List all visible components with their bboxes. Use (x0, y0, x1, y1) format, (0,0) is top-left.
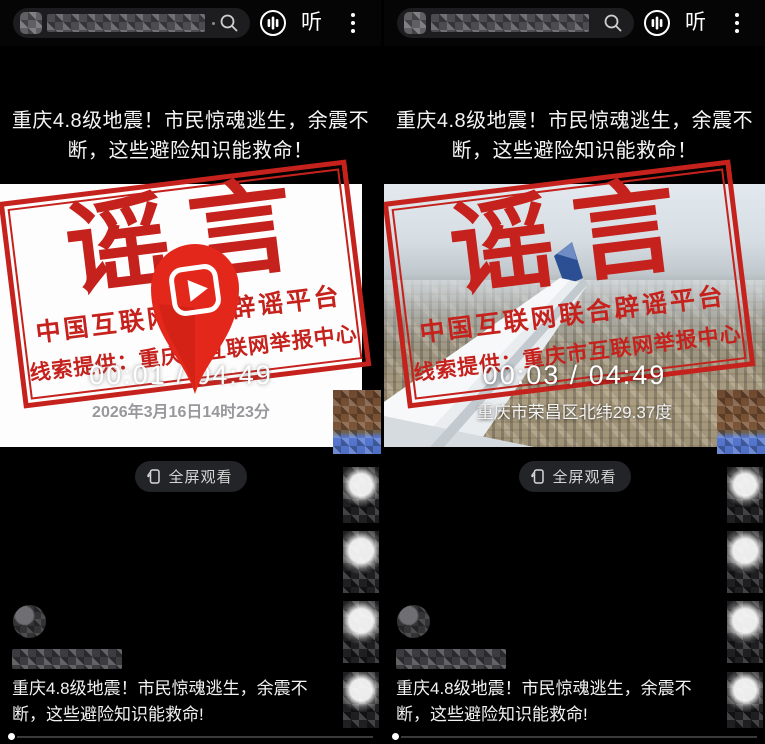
browser-top-bar: 听 (384, 0, 765, 46)
commenter-avatar-blurred[interactable] (13, 605, 46, 638)
like-button-blurred[interactable] (343, 467, 379, 523)
screenshot-left: 听 重庆4.8级地震！市民惊魂逃生，余震不断，这些避险知识能救命！ 谣言 中国互… (0, 0, 381, 744)
playback-time: 00:03 / 04:49 (384, 360, 765, 391)
listen-button[interactable]: 听 (685, 9, 706, 37)
progress-handle[interactable] (392, 733, 399, 740)
search-query-blurred (431, 14, 589, 32)
site-favicon-blurred (404, 12, 426, 34)
browser-top-bar: 听 (0, 0, 381, 46)
site-favicon-blurred (20, 12, 42, 34)
progress-handle[interactable] (8, 733, 15, 740)
menu-kebab-icon[interactable] (734, 10, 740, 36)
menu-kebab-icon[interactable] (350, 10, 356, 36)
comment-button-blurred[interactable] (727, 531, 763, 593)
progress-track (17, 736, 373, 738)
favorite-button-blurred[interactable] (343, 601, 379, 663)
comment-button-blurred[interactable] (343, 531, 379, 593)
commenter-name-blurred[interactable] (12, 649, 122, 669)
separator-dot (212, 22, 215, 25)
rotate-phone-icon (529, 468, 546, 485)
listen-button[interactable]: 听 (301, 9, 322, 37)
progress-track (401, 736, 757, 738)
search-icon[interactable] (219, 13, 239, 33)
screenshot-right: 听 重庆4.8级地震！市民惊魂逃生，余震不断，这些避险知识能救命！ 谣言 中国互… (384, 0, 765, 744)
rotate-phone-icon (145, 468, 162, 485)
video-overlay-caption: 重庆市荣昌区北纬29.37度 (384, 398, 765, 423)
like-button-blurred[interactable] (727, 467, 763, 523)
two-screenshot-comparison: 听 重庆4.8级地震！市民惊魂逃生，余震不断，这些避险知识能救命！ 谣言 中国互… (0, 0, 765, 744)
search-icon[interactable] (603, 13, 623, 33)
comment-caption: 重庆4.8级地震！市民惊魂逃生，余震不断，这些避险知识能救命! (12, 676, 316, 728)
share-button-blurred[interactable] (727, 672, 763, 728)
video-progress-bar[interactable] (0, 730, 381, 742)
commenter-name-blurred[interactable] (396, 649, 506, 669)
share-button-blurred[interactable] (343, 672, 379, 728)
search-input[interactable] (13, 8, 250, 38)
video-author-avatar-blurred[interactable] (333, 390, 381, 454)
video-page-title: 重庆4.8级地震！市民惊魂逃生，余震不断，这些避险知识能救命！ (394, 106, 755, 166)
map-pin-play-button[interactable] (145, 238, 245, 398)
fullscreen-watch-button[interactable]: 全屏观看 (518, 461, 630, 492)
commenter-avatar-blurred[interactable] (397, 605, 430, 638)
video-overlay-caption: 2026年3月16日14时23分 (0, 398, 362, 422)
favorite-button-blurred[interactable] (727, 601, 763, 663)
video-page-title: 重庆4.8级地震！市民惊魂逃生，余震不断，这些避险知识能救命！ (10, 106, 371, 166)
video-author-avatar-blurred[interactable] (717, 390, 765, 454)
search-input[interactable] (397, 8, 634, 38)
reader-tools-icon[interactable] (259, 9, 287, 37)
comment-caption: 重庆4.8级地震！市民惊魂逃生，余震不断，这些避险知识能救命! (396, 676, 700, 728)
video-progress-bar[interactable] (384, 730, 765, 742)
fullscreen-watch-button[interactable]: 全屏观看 (134, 461, 246, 492)
search-query-blurred (47, 14, 205, 32)
reader-tools-icon[interactable] (643, 9, 671, 37)
